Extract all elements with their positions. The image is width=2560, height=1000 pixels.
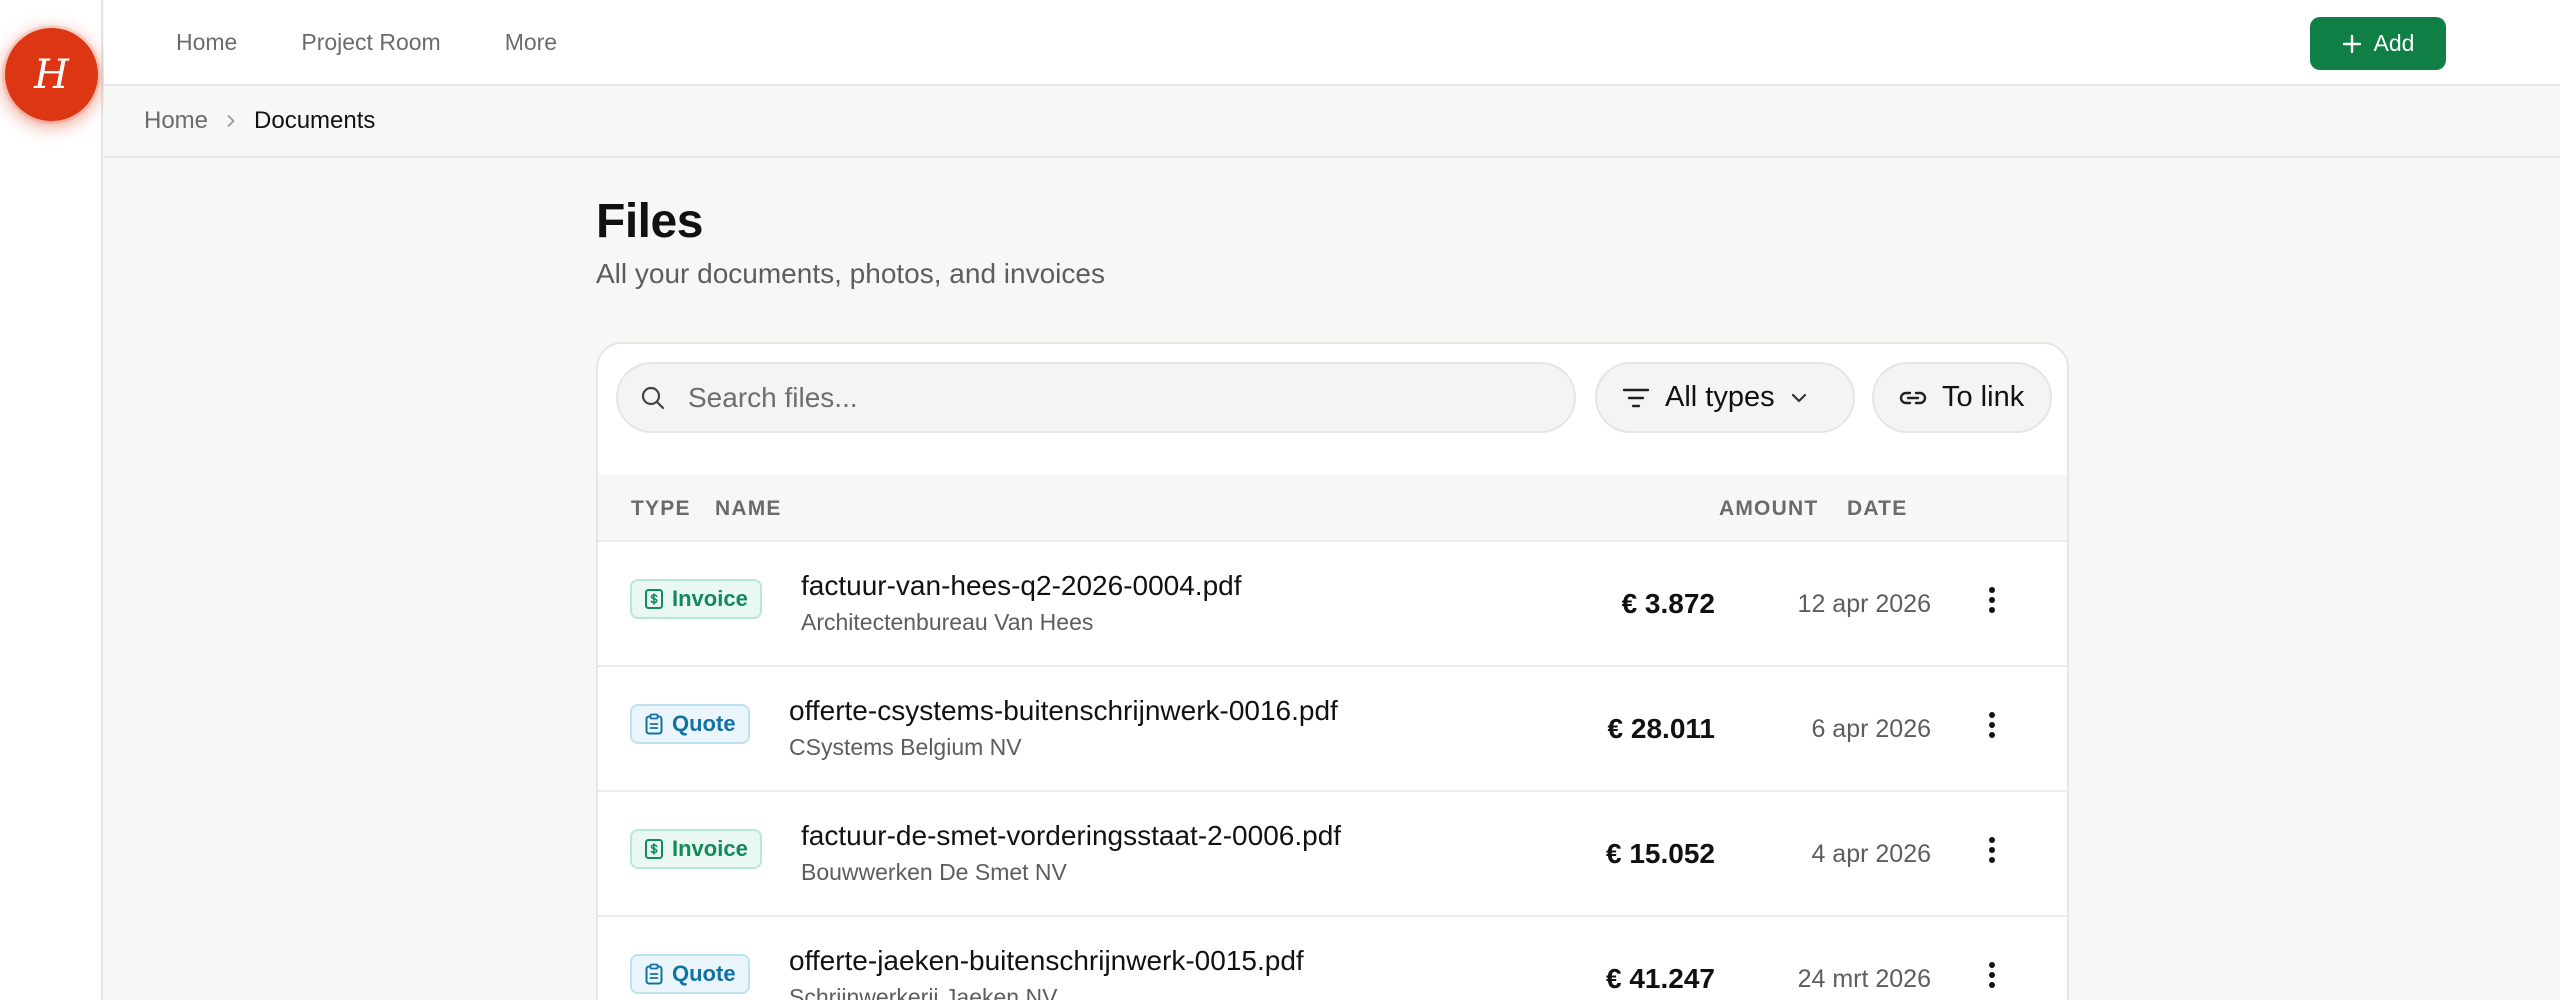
badge-label: Quote xyxy=(672,961,736,986)
add-button-label: Add xyxy=(2373,30,2415,56)
type-filter-dropdown[interactable]: All types xyxy=(1595,362,1855,433)
more-options-icon[interactable] xyxy=(1974,957,2010,993)
link-icon xyxy=(1899,391,1927,404)
badge-label: Invoice xyxy=(672,586,748,611)
add-button[interactable]: Add xyxy=(2310,17,2446,70)
table-row[interactable]: Invoice factuur-de-smet-vorderingsstaat-… xyxy=(598,792,2067,917)
file-company: CSystems Belgium NV xyxy=(789,734,1022,760)
quote-badge: Quote xyxy=(630,954,750,994)
clipboard-icon xyxy=(645,713,663,735)
file-name[interactable]: offerte-csystems-buitenschrijnwerk-0016.… xyxy=(789,695,1338,727)
more-options-icon[interactable] xyxy=(1974,582,2010,618)
column-amount[interactable]: AMOUNT xyxy=(1719,497,1818,521)
file-name[interactable]: factuur-de-smet-vorderingsstaat-2-0006.p… xyxy=(801,820,1341,852)
type-filter-label: All types xyxy=(1665,381,1775,413)
file-amount: € 28.011 xyxy=(1607,713,1715,744)
chevron-down-icon xyxy=(1791,393,1806,402)
to-link-label: To link xyxy=(1942,381,2025,413)
invoice-icon xyxy=(645,589,663,609)
column-type[interactable]: TYPE xyxy=(631,497,691,521)
file-amount: € 15.052 xyxy=(1606,838,1715,869)
files-card: All types To link TYPE NAME AMOUNT DATE … xyxy=(596,342,2069,1000)
chevron-right-icon xyxy=(224,114,238,128)
file-company: Bouwwerken De Smet NV xyxy=(801,859,1067,885)
search-input[interactable] xyxy=(688,381,1508,414)
file-company: Schrijnwerkerij Jaeken NV xyxy=(789,984,1058,1000)
invoice-badge: Invoice xyxy=(630,829,762,869)
invoice-badge: Invoice xyxy=(630,579,762,619)
table-row[interactable]: Invoice factuur-van-hees-q2-2026-0004.pd… xyxy=(598,542,2067,667)
logo-letter: H xyxy=(34,51,69,98)
file-amount: € 41.247 xyxy=(1606,963,1715,994)
plus-icon xyxy=(2342,34,2361,53)
nav-item-project-room[interactable]: Project Room xyxy=(301,29,440,56)
page-title: Files xyxy=(596,195,703,248)
breadcrumb-current: Documents xyxy=(254,107,376,134)
column-date[interactable]: DATE xyxy=(1847,497,1907,521)
filter-icon xyxy=(1622,388,1650,407)
file-name[interactable]: factuur-van-hees-q2-2026-0004.pdf xyxy=(801,570,1242,602)
search-icon xyxy=(641,386,665,409)
file-company: Architectenbureau Van Hees xyxy=(801,609,1094,635)
to-link-button[interactable]: To link xyxy=(1872,362,2052,433)
file-date: 4 apr 2026 xyxy=(1811,840,1931,868)
breadcrumb: Home Documents xyxy=(104,86,2560,158)
breadcrumb-home[interactable]: Home xyxy=(144,107,208,135)
table-row[interactable]: Quote offerte-csystems-buitenschrijnwerk… xyxy=(598,667,2067,792)
file-name[interactable]: offerte-jaeken-buitenschrijnwerk-0015.pd… xyxy=(789,945,1304,977)
app-logo[interactable]: H xyxy=(5,28,98,121)
badge-label: Invoice xyxy=(672,836,748,861)
main-nav: Home Project Room More xyxy=(176,0,557,84)
badge-label: Quote xyxy=(672,711,736,736)
quote-badge: Quote xyxy=(630,704,750,744)
nav-item-more[interactable]: More xyxy=(505,29,557,56)
file-date: 6 apr 2026 xyxy=(1811,715,1931,743)
more-options-icon[interactable] xyxy=(1974,707,2010,743)
invoice-icon xyxy=(645,839,663,859)
file-date: 24 mrt 2026 xyxy=(1797,965,1931,993)
nav-item-home[interactable]: Home xyxy=(176,29,237,56)
file-date: 12 apr 2026 xyxy=(1797,590,1931,618)
file-amount: € 3.872 xyxy=(1621,588,1715,619)
more-options-icon[interactable] xyxy=(1974,832,2010,868)
column-name[interactable]: NAME xyxy=(715,497,782,521)
left-rail: H xyxy=(0,0,103,1000)
table-header: TYPE NAME AMOUNT DATE xyxy=(598,474,2067,542)
table-row[interactable]: Quote offerte-jaeken-buitenschrijnwerk-0… xyxy=(598,917,2067,1000)
search-box[interactable] xyxy=(616,362,1576,433)
top-bar: Home Project Room More Add SJ xyxy=(104,0,2560,86)
clipboard-icon xyxy=(645,963,663,985)
page-subtitle: All your documents, photos, and invoices xyxy=(596,258,1105,289)
